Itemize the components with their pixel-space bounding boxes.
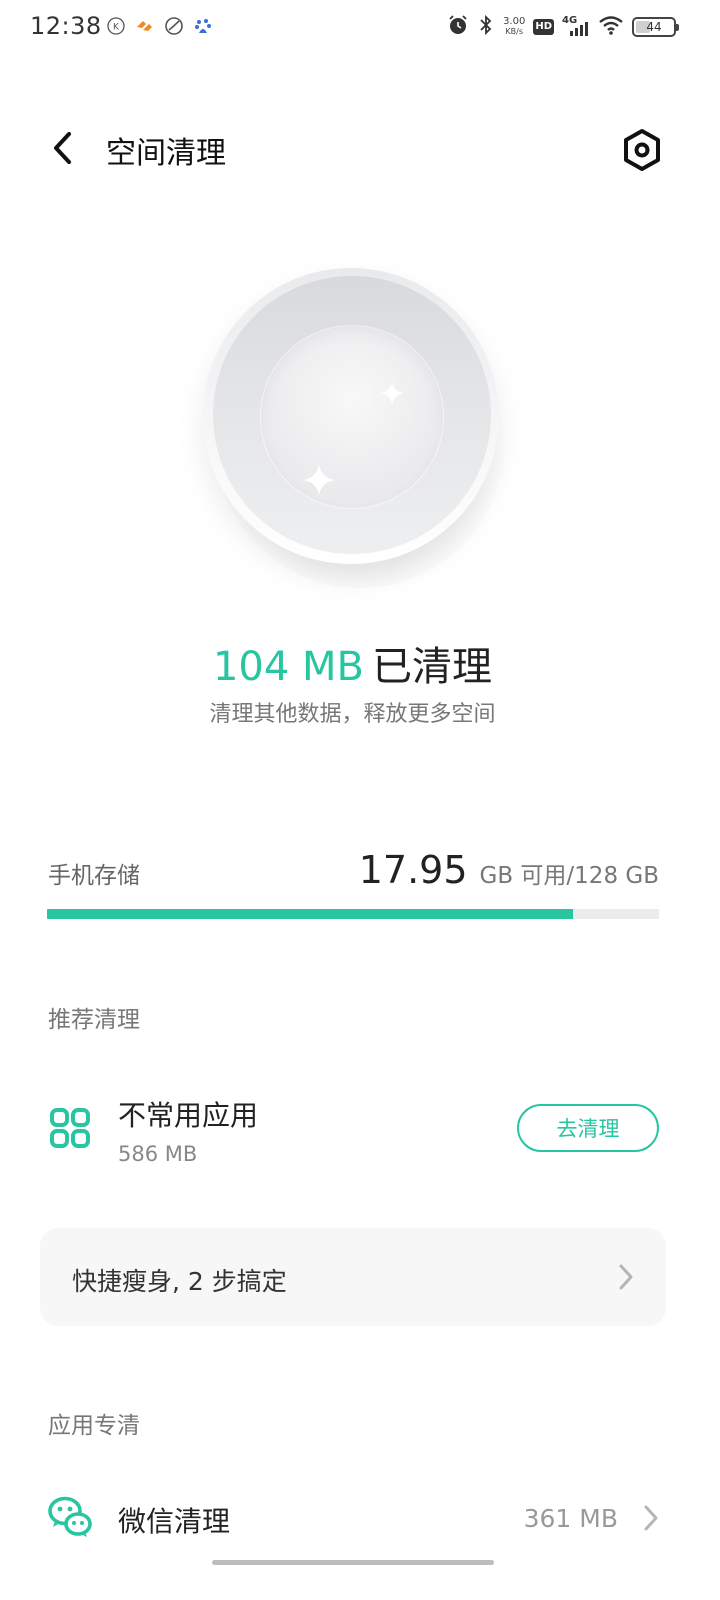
net-speed: 3.00 KB/s (503, 17, 525, 37)
recommended-section-title: 推荐清理 (48, 1007, 140, 1033)
home-indicator[interactable] (212, 1560, 494, 1565)
bowl-inner (261, 326, 443, 508)
network-type: 4G (562, 15, 578, 26)
cleaned-label: 已清理 (372, 644, 492, 690)
hd-badge: HD (533, 19, 554, 35)
storage-label: 手机存储 (48, 863, 140, 889)
wechat-clean-size: 361 MB (523, 1504, 618, 1533)
baidu-icon (193, 16, 213, 36)
wifi-icon (598, 14, 624, 40)
feather-app-icon (164, 16, 184, 36)
go-clean-button[interactable]: 去清理 (517, 1104, 659, 1152)
storage-bar-fill (47, 909, 574, 919)
battery-icon: 44 (632, 17, 679, 37)
system-icons: 3.00 KB/s HD 4G 44 (447, 14, 679, 40)
wechat-clean-title: 微信清理 (118, 1505, 231, 1538)
status-time: 12:38 (30, 12, 102, 40)
sparkle-large-icon (303, 464, 335, 496)
cleaned-result: 104 MB 已清理 (0, 634, 705, 692)
svg-text:K: K (113, 23, 120, 33)
status-bar: 12:38 K 3.00 KB/s HD 4G 44 (0, 0, 720, 56)
battery-level: 44 (646, 20, 662, 34)
cleaned-subtitle: 清理其他数据，释放更多空间 (209, 702, 496, 727)
app-clean-section-title: 应用专清 (48, 1413, 140, 1439)
unused-apps-title: 不常用应用 (118, 1099, 259, 1132)
sparkle-small-icon (380, 381, 404, 405)
chevron-right-icon (644, 1505, 658, 1531)
chevron-right-icon (619, 1264, 633, 1290)
signal-icon: 4G (562, 16, 590, 38)
storage-free: 17.95 (358, 848, 468, 892)
wechat-icon (48, 1496, 92, 1537)
notification-icons: K (106, 16, 213, 36)
unused-apps-size: 586 MB (118, 1142, 198, 1166)
quick-slim-card[interactable]: 快捷瘦身, 2 步搞定 (40, 1228, 666, 1326)
quick-slim-text: 快捷瘦身, 2 步搞定 (72, 1267, 287, 1296)
settings-icon (624, 129, 660, 171)
bluetooth-icon (477, 14, 495, 40)
net-speed-value: 3.00 (503, 16, 526, 27)
app-grid-icon (50, 1108, 90, 1148)
k-app-icon: K (106, 16, 126, 36)
cleaned-amount: 104 MB (212, 644, 364, 690)
storage-value: 17.95 GB 可用/128 GB (359, 848, 659, 892)
chevron-left-icon (54, 132, 71, 164)
page-title: 空间清理 (106, 136, 226, 171)
net-speed-unit: KB/s (505, 27, 523, 36)
alarm-icon (447, 14, 469, 40)
settings-button[interactable] (616, 124, 668, 176)
storage-unit: GB 可用/128 GB (479, 863, 659, 889)
clean-bowl-illustration (203, 268, 505, 588)
taobao-icon (135, 16, 155, 36)
storage-bar (47, 909, 659, 919)
back-button[interactable] (40, 126, 84, 170)
